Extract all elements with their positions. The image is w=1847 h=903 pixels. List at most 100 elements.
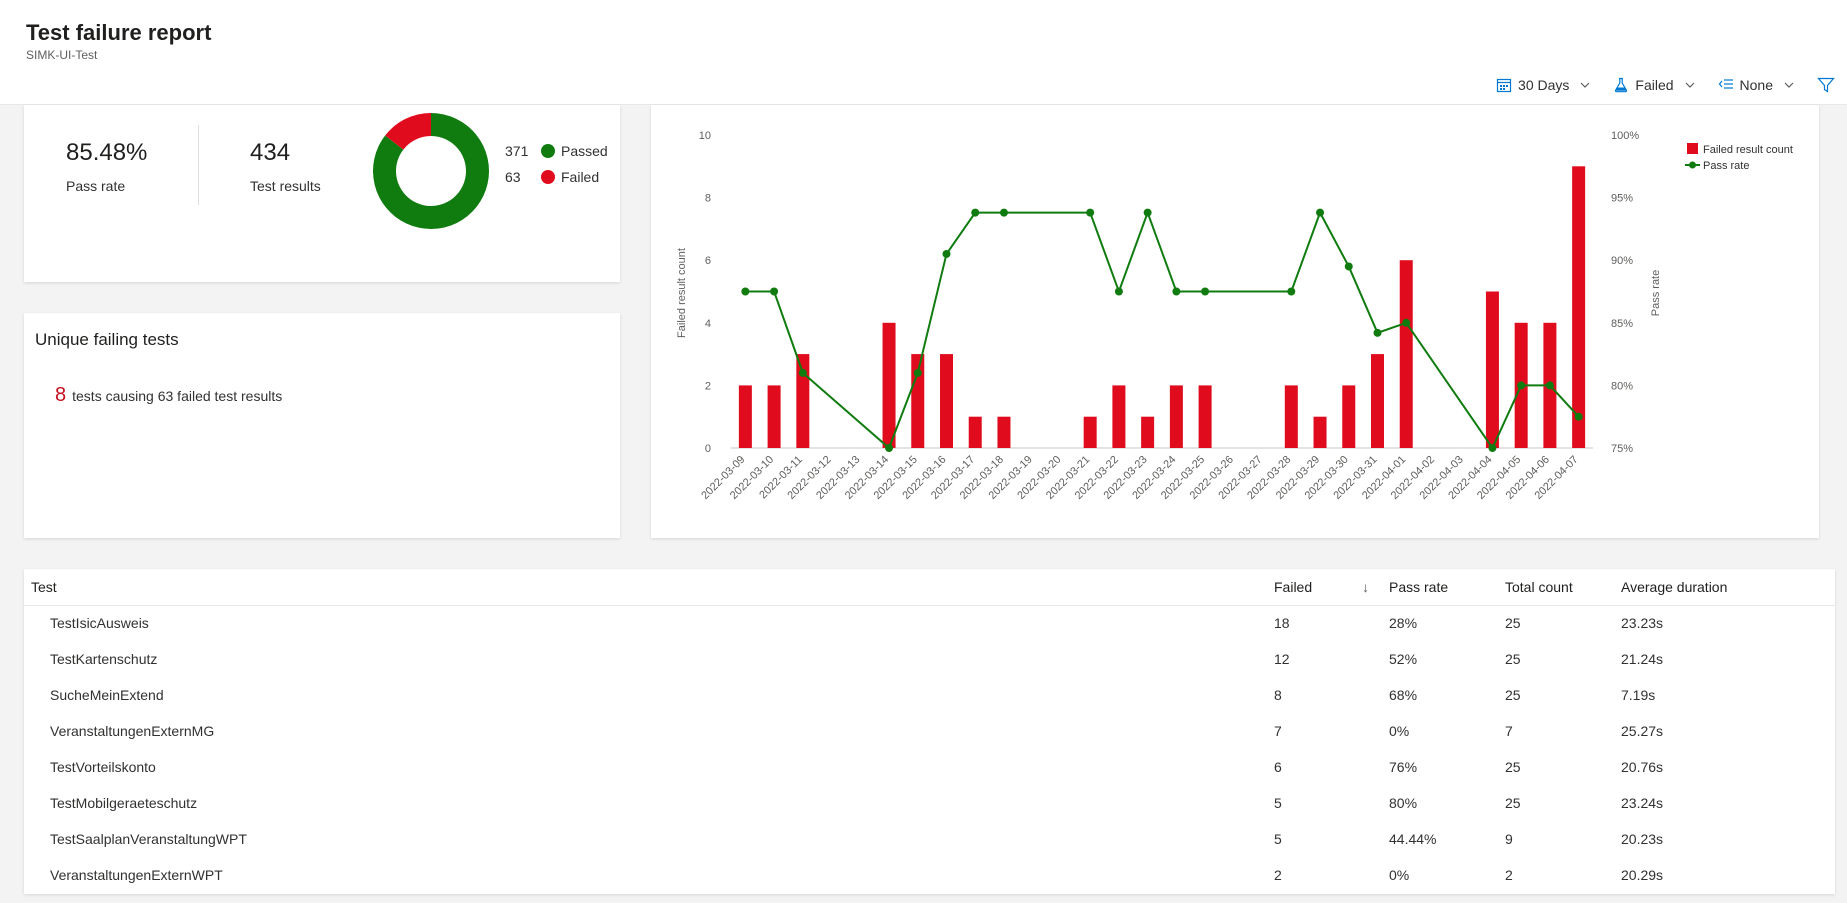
y2-tick-label: 90% — [1611, 255, 1633, 267]
y-axis-label: Failed result count — [676, 248, 688, 338]
bar-failed-count[interactable] — [1169, 385, 1183, 448]
failure-trend-chart: 0 2 4 6 8 10 75% 80% 85% 90% 95% 100% Failed result … — [676, 130, 1793, 502]
cell-average-duration: 23.23s — [1621, 615, 1664, 632]
page-header: Test failure report SIMK-UI-Test 30 Days… — [0, 0, 1847, 105]
filter-button[interactable] — [1817, 76, 1835, 94]
pass-rate-point[interactable] — [885, 444, 894, 452]
pass-rate-point[interactable] — [913, 368, 922, 377]
y-tick-label: 8 — [705, 193, 711, 205]
y2-tick-label: 95% — [1611, 193, 1633, 205]
pass-rate-point[interactable] — [1545, 381, 1554, 390]
pass-rate-line — [745, 209, 1580, 451]
bar-failed-count[interactable] — [767, 385, 781, 448]
pass-rate-point[interactable] — [1086, 208, 1095, 217]
bar-failed-count[interactable] — [1485, 291, 1499, 449]
bar-failed-count[interactable] — [1112, 385, 1126, 448]
pass-rate-point[interactable] — [741, 287, 750, 296]
column-header-total-count[interactable]: Total count — [1505, 569, 1621, 606]
cell-test-name: VeranstaltungenExternMG — [50, 723, 215, 739]
cell-test-name: TestSaalplanVeranstaltungWPT — [50, 831, 247, 847]
days-filter-button[interactable]: 30 Days — [1496, 77, 1591, 93]
cell-total-count: 25 — [1505, 651, 1521, 667]
flask-icon — [1615, 77, 1628, 93]
pass-rate-point[interactable] — [1114, 287, 1123, 296]
group-by-button[interactable]: None — [1718, 77, 1795, 93]
pass-rate-point[interactable] — [999, 208, 1008, 217]
bar-failed-count[interactable] — [1141, 416, 1155, 448]
unique-failing-tests-card: Unique failing tests 8 tests causing 63 … — [24, 313, 620, 538]
cell-total-count: 25 — [1505, 795, 1521, 811]
bar-failed-count[interactable] — [882, 322, 896, 448]
bar-failed-count[interactable] — [997, 416, 1011, 448]
bar-failed-count[interactable] — [1371, 354, 1384, 448]
cell-failed: 7 — [1274, 723, 1282, 739]
cell-total-count: 2 — [1505, 867, 1513, 883]
cell-test-name: TestKartenschutz — [50, 651, 158, 667]
bar-failed-count[interactable] — [968, 416, 982, 448]
pass-rate-point[interactable] — [1373, 328, 1382, 337]
cell-total-count: 25 — [1505, 687, 1521, 703]
cell-average-duration: 20.23s — [1621, 831, 1664, 847]
pass-rate-point[interactable] — [1316, 208, 1325, 217]
pass-rate-point[interactable] — [1402, 318, 1411, 327]
pass-rate-point[interactable] — [1143, 208, 1152, 217]
cell-total-count: 7 — [1505, 723, 1513, 739]
unique-failing-title: Unique failing tests — [35, 330, 179, 349]
pass-rate-point[interactable] — [770, 287, 779, 296]
table-row[interactable]: TestVorteilskonto 6 76% 25 20.76s — [24, 749, 1835, 785]
bar-failed-count[interactable] — [940, 354, 953, 448]
table-row[interactable]: SucheMeinExtend 8 68% 25 7.19s — [24, 677, 1835, 713]
group-list-icon — [1718, 79, 1733, 89]
toolbar: 30 Days Failed None — [1496, 74, 1835, 96]
cell-test-name: TestMobilgeraeteschutz — [50, 795, 198, 811]
bar-failed-count[interactable] — [796, 354, 810, 448]
pass-rate-point[interactable] — [1574, 412, 1583, 421]
bar-failed-count[interactable] — [1342, 385, 1356, 448]
legend-swatch-pass-rate-dot — [1689, 161, 1696, 169]
pass-rate-point[interactable] — [1488, 444, 1497, 452]
y-tick-label: 4 — [705, 318, 711, 330]
table-row[interactable]: VeranstaltungenExternWPT 2 0% 2 20.29s — [24, 857, 1835, 893]
bar-failed-count[interactable] — [1399, 260, 1413, 448]
cell-pass-rate: 28% — [1389, 615, 1418, 632]
cell-average-duration: 21.24s — [1621, 651, 1664, 667]
pass-rate-point[interactable] — [1344, 262, 1353, 271]
failing-tests-table: Test Failed ↓ Pass rate Total count Avera… — [24, 569, 1835, 893]
column-header-failed[interactable]: Failed ↓ — [1274, 569, 1389, 606]
pass-rate-point[interactable] — [1517, 381, 1526, 390]
table-row[interactable]: TestKartenschutz 12 52% 25 21.24s — [24, 641, 1835, 677]
outcome-filter-button[interactable]: Failed — [1613, 77, 1695, 93]
bar-failed-count[interactable] — [1572, 166, 1586, 449]
pass-rate-point[interactable] — [1201, 287, 1210, 296]
pass-rate-point[interactable] — [942, 249, 951, 258]
test-results-value: 434 — [250, 139, 291, 166]
legend-swatch-failed-count — [1687, 143, 1698, 154]
chevron-down-icon — [1784, 82, 1794, 88]
bar-failed-count[interactable] — [911, 354, 925, 448]
column-header-pass-rate[interactable]: Pass rate — [1389, 569, 1505, 606]
bar-failed-count[interactable] — [1313, 416, 1327, 448]
table-row[interactable]: TestSaalplanVeranstaltungWPT 5 44.44% 9 20.2… — [24, 821, 1835, 857]
pass-rate-point[interactable] — [798, 368, 807, 377]
cell-pass-rate: 52% — [1389, 651, 1418, 667]
pass-rate-point[interactable] — [1287, 287, 1296, 296]
column-header-average-duration[interactable]: Average duration — [1621, 569, 1835, 606]
pass-rate-value: 85.48% — [66, 139, 148, 166]
y-tick-label: 6 — [705, 255, 711, 267]
test-results-label: Test results — [250, 178, 321, 194]
bar-failed-count[interactable] — [1198, 385, 1212, 448]
table-header-row: Test Failed ↓ Pass rate Total count Avera… — [24, 569, 1835, 606]
bar-failed-count[interactable] — [1083, 416, 1097, 448]
bar-failed-count[interactable] — [1284, 385, 1298, 448]
table-row[interactable]: TestMobilgeraeteschutz 5 80% 25 23.24s — [24, 785, 1835, 821]
cell-failed: 6 — [1274, 759, 1282, 775]
passed-count: 371 — [505, 143, 529, 159]
unique-failing-count[interactable]: 8 — [55, 384, 66, 407]
failed-label: Failed — [561, 169, 600, 185]
pass-rate-point[interactable] — [971, 208, 980, 217]
pass-rate-point[interactable] — [1172, 287, 1181, 296]
column-header-test[interactable]: Test — [24, 569, 1274, 606]
bar-failed-count[interactable] — [738, 385, 752, 448]
table-row[interactable]: TestIsicAusweis 18 28% 25 23.23s — [24, 605, 1835, 641]
table-row[interactable]: VeranstaltungenExternMG 7 0% 7 25.27s — [24, 713, 1835, 749]
